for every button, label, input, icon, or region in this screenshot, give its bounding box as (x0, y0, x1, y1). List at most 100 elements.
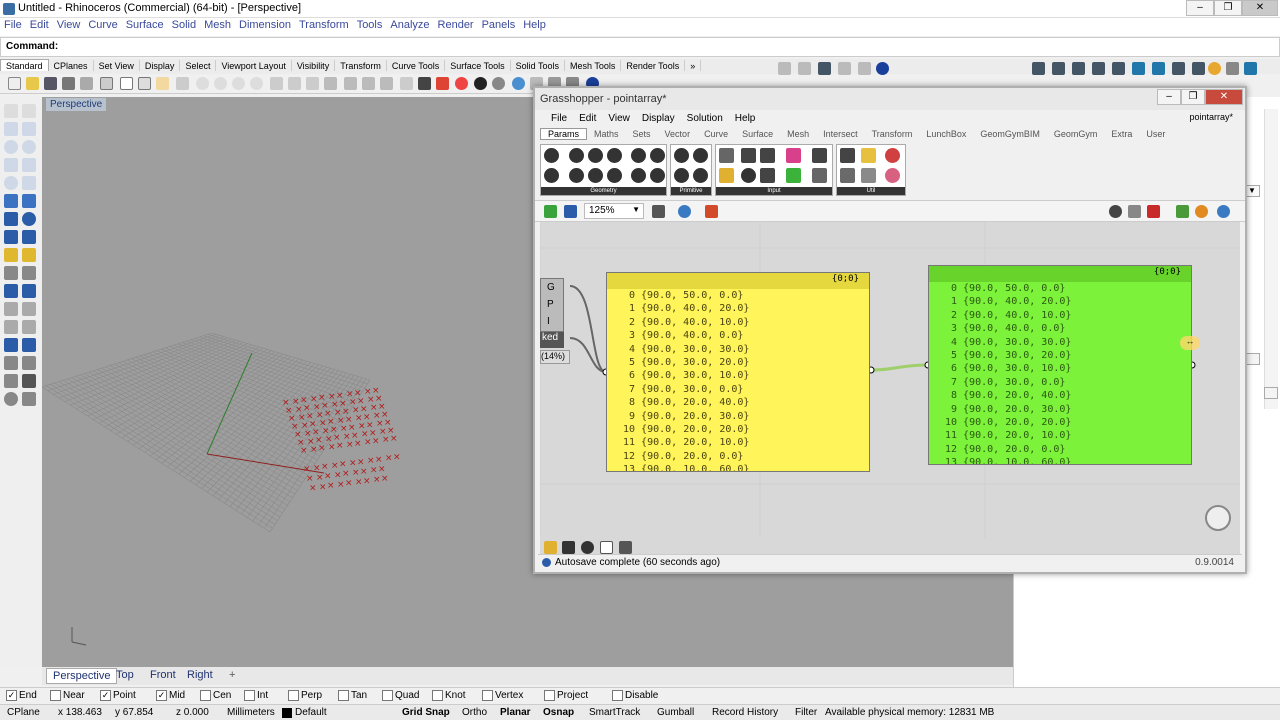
light-icon[interactable] (400, 77, 413, 90)
gh-input-icon-8[interactable] (760, 168, 775, 183)
rotate-icon[interactable] (4, 338, 18, 352)
gh-util-icon-6[interactable] (885, 168, 900, 183)
ortho-toggle[interactable]: Ortho (462, 707, 487, 718)
pencil-icon[interactable] (22, 248, 36, 262)
osnap-toggle[interactable]: Osnap (543, 707, 574, 718)
gh-primitive-icon-1[interactable] (674, 148, 689, 163)
osnap-knot[interactable]: Knot (432, 690, 466, 701)
gh-input-icon-4[interactable] (786, 148, 801, 163)
trim-icon[interactable] (22, 284, 36, 298)
osnap-int[interactable]: Int (244, 690, 268, 701)
boolean-icon[interactable] (22, 230, 36, 244)
gh-restore-icon[interactable]: ❐ (1181, 89, 1205, 105)
grid-icon[interactable] (288, 77, 301, 90)
toolbar-icon-f[interactable] (1032, 62, 1045, 75)
analyze-icon[interactable] (4, 374, 18, 388)
gh-input-icon-9[interactable] (786, 168, 801, 183)
gh-bottom-icon-2[interactable] (562, 541, 575, 554)
osnap-vertex[interactable]: Vertex (482, 690, 523, 701)
tab-overflow[interactable]: » (685, 60, 702, 71)
point-icon[interactable] (22, 104, 36, 118)
gh-input-icon-6[interactable] (719, 168, 734, 183)
box-icon[interactable] (4, 212, 18, 226)
gh-eye-icon[interactable] (678, 205, 691, 218)
gh-tab-sets[interactable]: Sets (626, 129, 658, 139)
tab-select[interactable]: Select (180, 60, 217, 71)
tab-mesh-tools[interactable]: Mesh Tools (565, 60, 622, 71)
array-icon[interactable] (4, 356, 18, 370)
menu-surface[interactable]: Surface (122, 18, 168, 31)
cut-icon[interactable] (120, 77, 133, 90)
status-units[interactable]: Millimeters (227, 707, 275, 718)
gh-util-icon-1[interactable] (840, 148, 855, 163)
yellow-panel[interactable]: {0;0} 0 {90.0, 50.0, 0.0} 1 {90.0, 40.0, … (606, 272, 870, 472)
fillet-icon[interactable] (4, 284, 18, 298)
checkbox-icon[interactable] (244, 690, 255, 701)
gh-geometry-icon-7[interactable] (544, 168, 559, 183)
menu-help[interactable]: Help (519, 18, 550, 31)
osnap-point[interactable]: ✓ Point (100, 690, 136, 701)
gh-util-icon-2[interactable] (861, 148, 876, 163)
ellipse-icon[interactable] (4, 176, 18, 190)
gh-tab-surface[interactable]: Surface (735, 129, 780, 139)
menu-panels[interactable]: Panels (478, 18, 520, 31)
osnap-cen[interactable]: Cen (200, 690, 231, 701)
dimension-icon[interactable] (4, 266, 18, 280)
menu-mesh[interactable]: Mesh (200, 18, 235, 31)
gh-menu-solution[interactable]: Solution (681, 113, 729, 124)
green-panel[interactable]: {0;0} 0 {90.0, 50.0, 0.0} 1 {90.0, 40.0, … (928, 265, 1192, 465)
gh-geometry-icon-9[interactable] (588, 168, 603, 183)
gh-open-icon[interactable] (544, 205, 557, 218)
gh-bottom-icon-4[interactable] (600, 541, 613, 554)
gh-bottom-icon-3[interactable] (581, 541, 594, 554)
gh-geometry-icon-12[interactable] (650, 168, 665, 183)
toolbar-help-icon[interactable] (876, 62, 889, 75)
gh-input-icon-10[interactable] (812, 168, 827, 183)
gh-bake-icon[interactable] (1176, 205, 1189, 218)
polyline-icon[interactable] (4, 122, 18, 136)
gh-minimize-icon[interactable]: – (1157, 89, 1181, 105)
print-icon[interactable] (62, 77, 75, 90)
freeform-icon[interactable] (22, 176, 36, 190)
grid-snap-toggle[interactable]: Grid Snap (402, 707, 450, 718)
render-sphere-icon[interactable] (474, 77, 487, 90)
osnap-perp[interactable]: Perp (288, 690, 322, 701)
gh-util-icon-5[interactable] (861, 168, 876, 183)
toolbar-icon-k[interactable] (1132, 62, 1145, 75)
mirror-icon[interactable] (22, 356, 36, 370)
gh-menu-view[interactable]: View (602, 113, 636, 124)
import-icon[interactable] (80, 77, 93, 90)
gh-sketch-icon[interactable] (705, 205, 718, 218)
osnap-disable[interactable]: Disable (612, 690, 658, 701)
mesh-icon[interactable] (4, 248, 18, 262)
select-icon[interactable] (324, 77, 337, 90)
gh-geometry-icon-2[interactable] (569, 148, 584, 163)
layer-icon[interactable] (418, 77, 431, 90)
paste-icon[interactable] (138, 77, 151, 90)
checkbox-icon[interactable] (288, 690, 299, 701)
gh-geometry-icon-10[interactable] (607, 168, 622, 183)
menu-file[interactable]: File (0, 18, 26, 31)
tab-standard[interactable]: Standard (0, 59, 49, 71)
panel-button[interactable] (1264, 387, 1278, 399)
tab-render-tools[interactable]: Render Tools (621, 60, 686, 71)
four-view-icon[interactable] (306, 77, 319, 90)
gh-tab-extra[interactable]: Extra (1104, 129, 1139, 139)
circle-icon[interactable] (4, 140, 18, 154)
tab-display[interactable]: Display (140, 60, 181, 71)
gh-geometry-icon-1[interactable] (544, 148, 559, 163)
loft-icon[interactable] (22, 194, 36, 208)
tab-front[interactable]: Front (144, 668, 182, 684)
gh-menu-file[interactable]: File (545, 113, 573, 124)
gh-tab-geomgym[interactable]: GeomGym (1047, 129, 1105, 139)
tab-visibility[interactable]: Visibility (292, 60, 336, 71)
gh-tab-lunchbox[interactable]: LunchBox (919, 129, 973, 139)
checkbox-icon[interactable] (544, 690, 555, 701)
gh-tab-maths[interactable]: Maths (587, 129, 626, 139)
gh-color-icon[interactable] (1195, 205, 1208, 218)
save-icon[interactable] (44, 77, 57, 90)
gh-primitive-icon-4[interactable] (693, 168, 708, 183)
gh-primitive-icon-2[interactable] (693, 148, 708, 163)
tab-curve-tools[interactable]: Curve Tools (387, 60, 446, 71)
toolbar-icon-q[interactable] (1244, 62, 1257, 75)
